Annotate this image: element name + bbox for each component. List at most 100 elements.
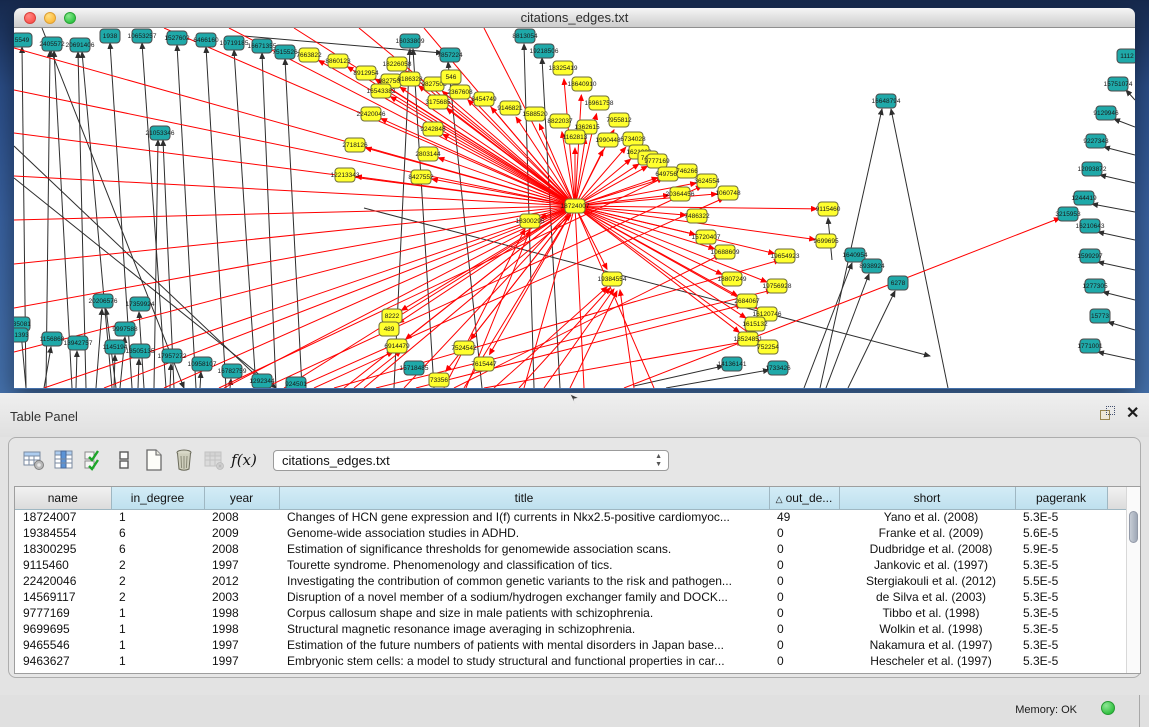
- edge[interactable]: [1098, 352, 1135, 360]
- cell-name[interactable]: 9777169: [15, 605, 111, 621]
- cell-short[interactable]: Yano et al. (2008): [839, 509, 1015, 525]
- edge[interactable]: [1114, 119, 1135, 127]
- edge[interactable]: [262, 53, 276, 388]
- edge[interactable]: [542, 58, 560, 388]
- cell-short[interactable]: de Silva et al. (2003): [839, 589, 1015, 605]
- cell-in-degree[interactable]: 1: [111, 653, 204, 669]
- cell-title[interactable]: Structural magnetic resonance image aver…: [279, 621, 769, 637]
- selected-edge[interactable]: [14, 206, 575, 220]
- edge[interactable]: [114, 355, 115, 388]
- cell-title[interactable]: Estimation of the future numbers of pati…: [279, 637, 769, 653]
- cell-year[interactable]: 1998: [204, 621, 279, 637]
- cell-short[interactable]: Stergiakouli et al. (2012): [839, 573, 1015, 589]
- selected-edge[interactable]: [575, 166, 647, 206]
- cell-year[interactable]: 2012: [204, 573, 279, 589]
- edge[interactable]: [200, 372, 201, 388]
- edge[interactable]: [848, 291, 895, 388]
- cell-short[interactable]: Dudbridge et al. (2008): [839, 541, 1015, 557]
- table-row[interactable]: 1456911722003Disruption of a novel membe…: [15, 589, 1127, 605]
- selected-edge[interactable]: [620, 290, 634, 388]
- cell-pagerank[interactable]: 5.3E-5: [1015, 605, 1107, 621]
- cell-in-degree[interactable]: 1: [111, 637, 204, 653]
- edge[interactable]: [1103, 292, 1135, 300]
- cell-year[interactable]: 1997: [204, 637, 279, 653]
- selected-edge[interactable]: [575, 95, 581, 206]
- table-scrollbar[interactable]: [1126, 487, 1140, 673]
- table-chooser-dropdown[interactable]: citations_edges.txt ▲▼: [273, 450, 669, 471]
- cell-year[interactable]: 2009: [204, 525, 279, 541]
- cell-name[interactable]: 9463627: [15, 653, 111, 669]
- selected-edge[interactable]: [575, 206, 746, 318]
- edge[interactable]: [230, 379, 231, 388]
- cell-in-degree[interactable]: 1: [111, 509, 204, 525]
- cell-year[interactable]: 2008: [204, 509, 279, 525]
- cell-in-degree[interactable]: 6: [111, 541, 204, 557]
- edge[interactable]: [44, 347, 51, 388]
- table-row[interactable]: 946362711997Embryonic stem cells: a mode…: [15, 653, 1127, 669]
- cell-in-degree[interactable]: 6: [111, 525, 204, 541]
- cell-pagerank[interactable]: 5.5E-5: [1015, 573, 1107, 589]
- network-window-titlebar[interactable]: citations_edges.txt: [14, 8, 1135, 28]
- edge[interactable]: [1108, 322, 1135, 330]
- cell-title[interactable]: Embryonic stem cells: a model to study s…: [279, 653, 769, 669]
- cell-year[interactable]: 2003: [204, 589, 279, 605]
- edge[interactable]: [206, 47, 226, 388]
- cell-year[interactable]: 1998: [204, 605, 279, 621]
- cell-pagerank[interactable]: 5.3E-5: [1015, 589, 1107, 605]
- cell-out-de-[interactable]: 0: [769, 557, 839, 573]
- cell-short[interactable]: Franke et al. (2009): [839, 525, 1015, 541]
- cell-title[interactable]: Estimation of significance thresholds fo…: [279, 541, 769, 557]
- selected-edge[interactable]: [364, 215, 571, 388]
- create-new-table-button[interactable]: [139, 446, 169, 474]
- table-scrollbar-thumb[interactable]: [1129, 511, 1138, 543]
- selected-edge[interactable]: [14, 176, 575, 206]
- select-all-rows-button[interactable]: [79, 446, 109, 474]
- cell-out-de-[interactable]: 0: [769, 605, 839, 621]
- edge[interactable]: [1104, 147, 1135, 155]
- select-columns-button[interactable]: [49, 446, 79, 474]
- selected-edge[interactable]: [624, 218, 1060, 388]
- cell-pagerank[interactable]: 5.9E-5: [1015, 541, 1107, 557]
- cell-in-degree[interactable]: 1: [111, 605, 204, 621]
- edge[interactable]: [142, 43, 166, 388]
- column-header-year[interactable]: year: [204, 487, 279, 509]
- cell-out-de-[interactable]: 0: [769, 525, 839, 541]
- cell-name[interactable]: 9465546: [15, 637, 111, 653]
- edge[interactable]: [138, 359, 139, 388]
- cell-in-degree[interactable]: 2: [111, 589, 204, 605]
- table-row[interactable]: 1830029562008Estimation of significance …: [15, 541, 1127, 557]
- edge[interactable]: [76, 351, 77, 388]
- selected-edge[interactable]: [544, 289, 614, 388]
- cell-out-de-[interactable]: 0: [769, 589, 839, 605]
- cell-name[interactable]: 19384554: [15, 525, 111, 541]
- cell-pagerank[interactable]: 5.3E-5: [1015, 621, 1107, 637]
- network-canvas[interactable]: 1872400776638228860123891295418226058982…: [14, 28, 1135, 388]
- selected-edge[interactable]: [575, 194, 717, 206]
- edge[interactable]: [1098, 262, 1135, 270]
- cell-name[interactable]: 18724007: [15, 509, 111, 525]
- cell-title[interactable]: Investigating the contribution of common…: [279, 573, 769, 589]
- cell-pagerank[interactable]: 5.6E-5: [1015, 525, 1107, 541]
- cell-out-de-[interactable]: 0: [769, 541, 839, 557]
- cell-name[interactable]: 14569117: [15, 589, 111, 605]
- cell-pagerank[interactable]: 5.3E-5: [1015, 509, 1107, 525]
- edge[interactable]: [1126, 90, 1135, 100]
- cell-title[interactable]: Genome-wide association studies in ADHD.: [279, 525, 769, 541]
- cell-title[interactable]: Disruption of a novel member of a sodium…: [279, 589, 769, 605]
- cell-pagerank[interactable]: 5.3E-5: [1015, 637, 1107, 653]
- function-builder-button[interactable]: f(x): [229, 446, 259, 474]
- column-header-short[interactable]: short: [839, 487, 1015, 509]
- cell-year[interactable]: 2008: [204, 541, 279, 557]
- cell-name[interactable]: 22420046: [15, 573, 111, 589]
- memory-status-indicator[interactable]: [1101, 701, 1115, 715]
- delete-table-button[interactable]: [199, 446, 229, 474]
- cell-out-de-[interactable]: 0: [769, 637, 839, 653]
- column-header-out-de-[interactable]: △out_de...: [769, 487, 839, 509]
- edge[interactable]: [1098, 232, 1135, 240]
- edge[interactable]: [96, 309, 102, 388]
- cell-out-de-[interactable]: 0: [769, 621, 839, 637]
- cell-in-degree[interactable]: 2: [111, 573, 204, 589]
- table-row[interactable]: 1872400712008Changes of HCN gene express…: [15, 509, 1127, 525]
- close-panel-icon[interactable]: ✕: [1126, 403, 1139, 423]
- selected-edge[interactable]: [575, 206, 584, 388]
